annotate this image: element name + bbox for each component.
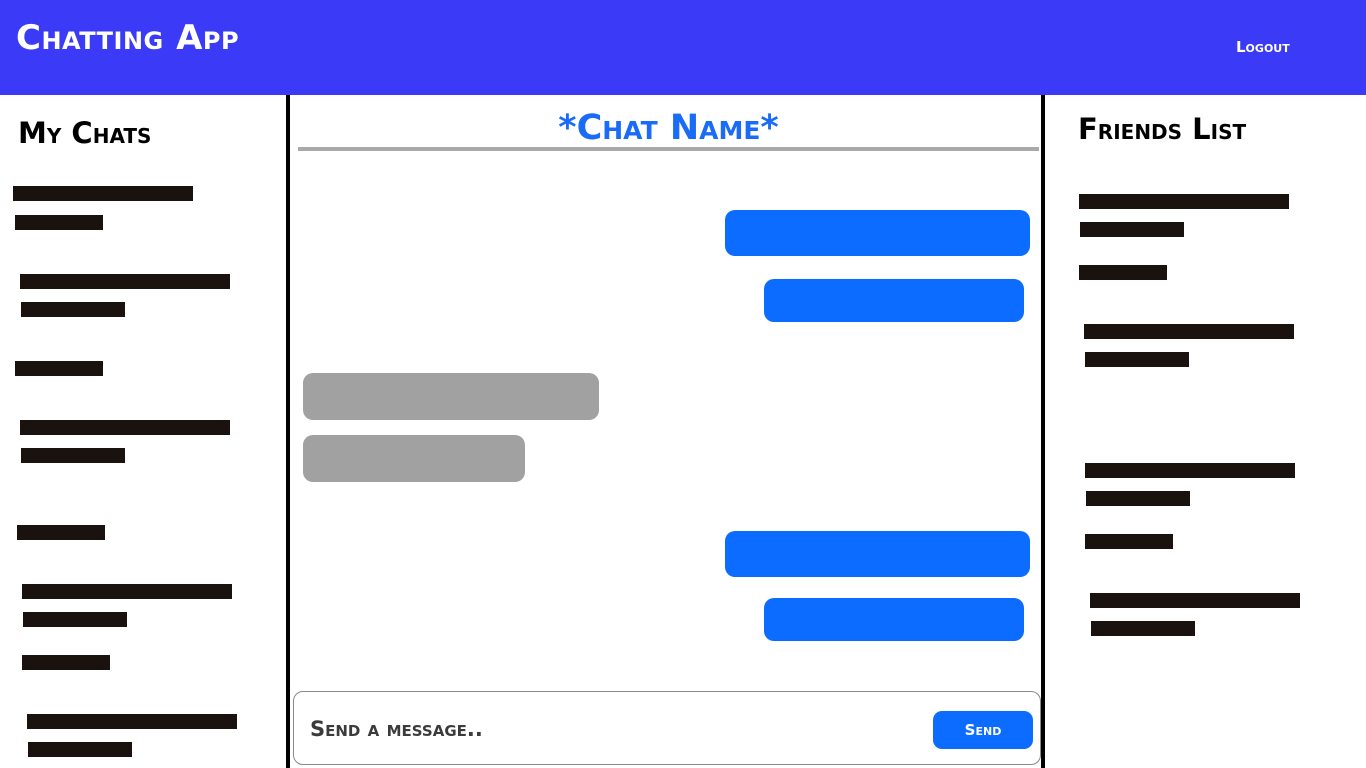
chat-name-redacted — [20, 420, 230, 435]
chat-name-redacted — [15, 361, 103, 376]
chat-name-title: *Chat Name* — [558, 108, 779, 148]
sent-message-bubble — [725, 531, 1030, 577]
right-divider — [1041, 95, 1045, 768]
friend-name-redacted — [1079, 194, 1289, 209]
chat-preview-redacted — [21, 448, 125, 463]
left-divider — [286, 95, 290, 768]
friend-name-redacted — [1085, 463, 1295, 478]
chat-name-redacted — [22, 584, 232, 599]
received-message-bubble — [303, 435, 525, 482]
chat-name-redacted — [22, 655, 110, 670]
message-composer: Send — [293, 691, 1041, 765]
friend-name-redacted — [1085, 534, 1173, 549]
friend-name-redacted — [1084, 324, 1294, 339]
friend-name-redacted — [1079, 265, 1167, 280]
chat-preview-redacted — [23, 612, 127, 627]
chat-preview-redacted — [15, 215, 103, 230]
chat-name-divider — [298, 147, 1039, 151]
my-chats-title: My Chats — [18, 116, 152, 150]
app-header: Chatting App Logout — [0, 0, 1366, 95]
friend-status-redacted — [1086, 491, 1190, 506]
chat-name-redacted — [13, 186, 193, 201]
logout-button[interactable]: Logout — [1236, 38, 1290, 56]
friend-status-redacted — [1080, 222, 1184, 237]
chat-name-redacted — [17, 525, 105, 540]
message-input[interactable] — [310, 714, 910, 744]
chat-preview-redacted — [28, 742, 132, 757]
friend-status-redacted — [1085, 352, 1189, 367]
app-title: Chatting App — [16, 18, 240, 58]
received-message-bubble — [303, 373, 599, 420]
sent-message-bubble — [764, 598, 1024, 641]
sent-message-bubble — [764, 279, 1024, 322]
friend-name-redacted — [1090, 593, 1300, 608]
chat-name-redacted — [27, 714, 237, 729]
friends-list-title: Friends List — [1078, 112, 1247, 146]
chat-name-redacted — [20, 274, 230, 289]
sent-message-bubble — [725, 210, 1030, 256]
send-button[interactable]: Send — [933, 711, 1033, 749]
chat-preview-redacted — [21, 302, 125, 317]
friend-status-redacted — [1091, 621, 1195, 636]
